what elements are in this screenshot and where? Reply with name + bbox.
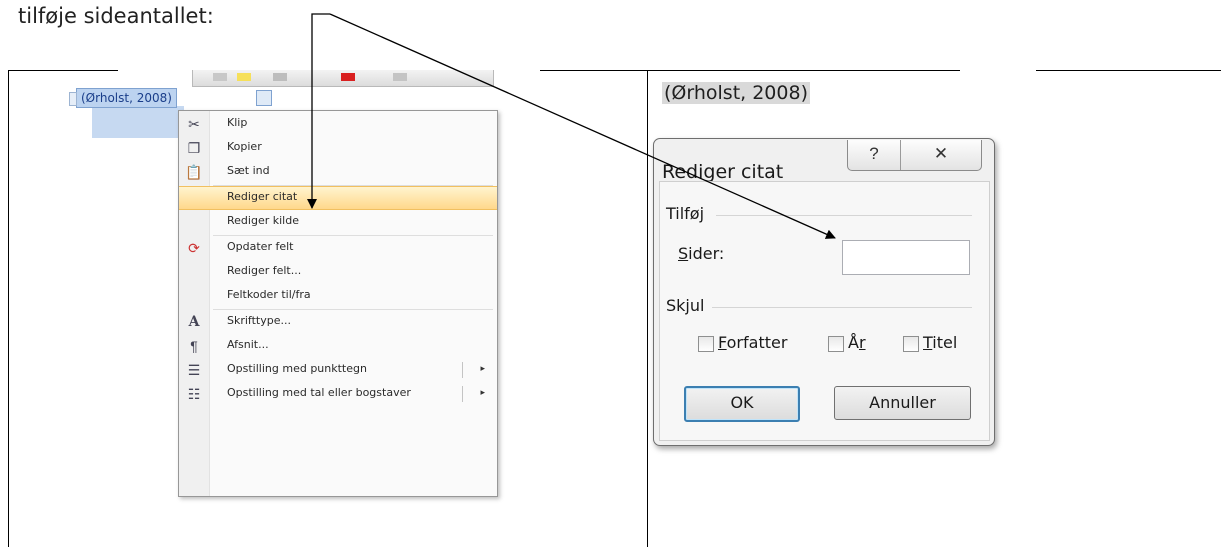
arrow-to-pages-field bbox=[329, 13, 836, 239]
arrow-to-edit-citation bbox=[307, 13, 330, 209]
annotation-arrows bbox=[307, 13, 836, 239]
